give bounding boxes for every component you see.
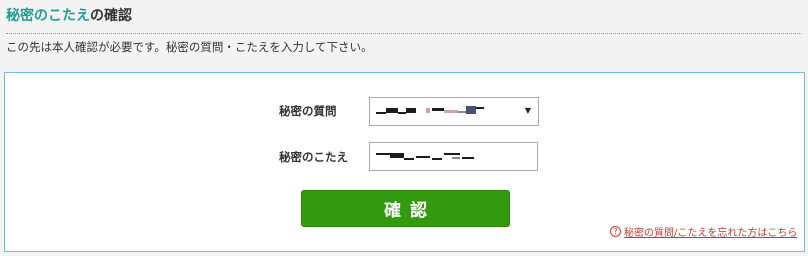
help-circle-icon: ? bbox=[610, 226, 621, 237]
page-title: 秘密のこたえの確認 bbox=[6, 6, 132, 26]
intro-text: この先は本人確認が必要です。秘密の質問・こたえを入力して下さい。 bbox=[6, 40, 373, 54]
forgot-answer-link[interactable]: ? 秘密の質問/こたえを忘れた方はこちら bbox=[610, 224, 797, 239]
question-label: 秘密の質問 bbox=[279, 104, 337, 118]
answer-label: 秘密のこたえ bbox=[279, 150, 348, 164]
question-select-masked-value bbox=[376, 98, 526, 125]
question-select[interactable]: ▼ bbox=[369, 97, 539, 126]
forgot-answer-link-text[interactable]: 秘密の質問/こたえを忘れた方はこちら bbox=[624, 224, 797, 239]
confirm-button[interactable]: 確認 bbox=[301, 190, 510, 227]
answer-input[interactable] bbox=[369, 142, 538, 171]
answer-input-masked-value bbox=[376, 143, 526, 170]
chevron-down-icon[interactable]: ▼ bbox=[525, 106, 531, 115]
page-title-accent: 秘密のこたえ bbox=[6, 8, 90, 24]
heading-divider bbox=[6, 33, 802, 34]
page: 秘密のこたえの確認 この先は本人確認が必要です。秘密の質問・こたえを入力して下さ… bbox=[0, 0, 808, 256]
page-title-rest: の確認 bbox=[90, 8, 132, 24]
